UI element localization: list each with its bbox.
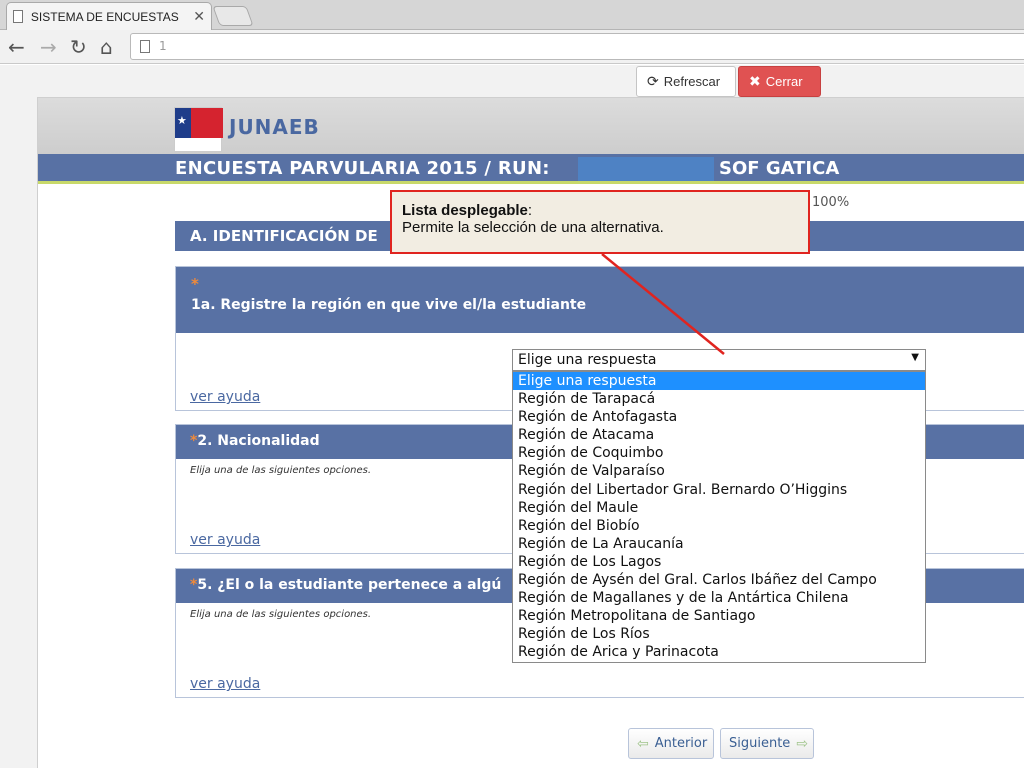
question-instructions: Elija una de las siguientes opciones.	[190, 465, 372, 476]
refresh-icon: ⟳	[647, 73, 659, 89]
question-text: 5. ¿El o la estudiante pertenece a algú	[197, 577, 502, 593]
region-select[interactable]: Elige una respuesta ▼	[512, 349, 926, 371]
help-link[interactable]: ver ayuda	[190, 389, 260, 405]
region-option[interactable]: Región de Atacama	[513, 426, 925, 444]
region-option[interactable]: Región de Antofagasta	[513, 408, 925, 426]
new-tab-button[interactable]	[212, 6, 254, 26]
region-option[interactable]: Región Metropolitana de Santiago	[513, 607, 925, 625]
close-button[interactable]: ✖ Cerrar	[738, 66, 821, 97]
question-instructions: Elija una de las siguientes opciones.	[190, 609, 372, 620]
region-options-list: Elige una respuesta Región de Tarapacá Reg…	[512, 371, 926, 663]
back-arrow-icon[interactable]: ←	[8, 35, 25, 59]
previous-button[interactable]: ⇦ Anterior	[628, 728, 714, 759]
select-value: Elige una respuesta	[518, 352, 657, 368]
right-arrow-icon: ⇨	[796, 735, 809, 752]
section-title: A. IDENTIFICACIÓN DE	[190, 227, 378, 245]
tab-close-icon[interactable]: ✕	[193, 8, 205, 25]
region-option[interactable]: Región de Tarapacá	[513, 390, 925, 408]
region-option[interactable]: Región de Los Ríos	[513, 625, 925, 643]
refresh-label: Refrescar	[663, 74, 721, 89]
student-name: SOF GATICA	[719, 158, 840, 179]
browser-tab[interactable]: SISTEMA DE ENCUESTAS - ✕	[6, 2, 212, 30]
browser-toolbar: ← → ↻ ⌂ 1	[0, 30, 1024, 64]
address-bar[interactable]: 1	[130, 33, 1024, 60]
page-icon	[13, 10, 23, 23]
region-option[interactable]: Región de Magallanes y de la Antártica C…	[513, 589, 925, 607]
page-header: ★ JUNAEB	[38, 98, 1024, 154]
page-icon	[140, 40, 150, 53]
chevron-down-icon: ▼	[911, 352, 919, 363]
address-url: 1	[159, 39, 167, 53]
callout-title: Lista desplegable	[402, 202, 528, 219]
refresh-button[interactable]: ⟳ Refrescar	[636, 66, 736, 97]
run-redaction	[578, 157, 714, 181]
star-icon: ★	[177, 114, 187, 127]
government-logo: ★	[174, 107, 223, 152]
survey-title: ENCUESTA PARVULARIA 2015 / RUN:	[175, 158, 550, 179]
close-label: Cerrar	[765, 74, 803, 89]
region-option[interactable]: Región de Los Lagos	[513, 553, 925, 571]
next-button[interactable]: Siguiente ⇨	[720, 728, 814, 759]
required-marker: *	[191, 275, 199, 293]
reload-icon[interactable]: ↻	[70, 35, 87, 59]
region-option[interactable]: Región de Arica y Parinacota	[513, 643, 925, 661]
question-text: 1a. Registre la región en que vive el/la…	[191, 297, 587, 313]
help-link[interactable]: ver ayuda	[190, 676, 260, 692]
region-option[interactable]: Región del Maule	[513, 499, 925, 517]
question-text: 2. Nacionalidad	[197, 433, 320, 449]
browser-tabstrip: SISTEMA DE ENCUESTAS - ✕	[0, 0, 1024, 30]
previous-label: Anterior	[654, 736, 708, 751]
left-arrow-icon: ⇦	[637, 735, 649, 752]
close-icon: ✖	[749, 73, 761, 89]
home-icon[interactable]: ⌂	[100, 35, 113, 59]
next-label: Siguiente	[729, 736, 791, 751]
region-option[interactable]: Región de La Araucanía	[513, 535, 925, 553]
callout-body: Permite la selección de una alternativa.	[402, 219, 664, 236]
brand-name: JUNAEB	[229, 115, 320, 139]
region-option[interactable]: Región del Biobío	[513, 517, 925, 535]
region-option[interactable]: Elige una respuesta	[513, 372, 925, 391]
forward-arrow-icon[interactable]: →	[40, 35, 57, 59]
survey-title-bar: ENCUESTA PARVULARIA 2015 / RUN: SOF GATI…	[38, 154, 1024, 184]
callout-box: Lista desplegable: Permite la selección …	[390, 190, 810, 254]
question-header: * 1a. Registre la región en que vive el/…	[176, 267, 1024, 333]
region-option[interactable]: Región de Valparaíso	[513, 462, 925, 480]
region-option[interactable]: Región de Aysén del Gral. Carlos Ibáñez …	[513, 571, 925, 589]
region-option[interactable]: Región de Coquimbo	[513, 444, 925, 462]
tab-title: SISTEMA DE ENCUESTAS -	[30, 9, 180, 24]
region-option[interactable]: Región del Libertador Gral. Bernardo O’H…	[513, 481, 925, 499]
help-link[interactable]: ver ayuda	[190, 532, 260, 548]
progress-percent: 100%	[812, 195, 850, 210]
